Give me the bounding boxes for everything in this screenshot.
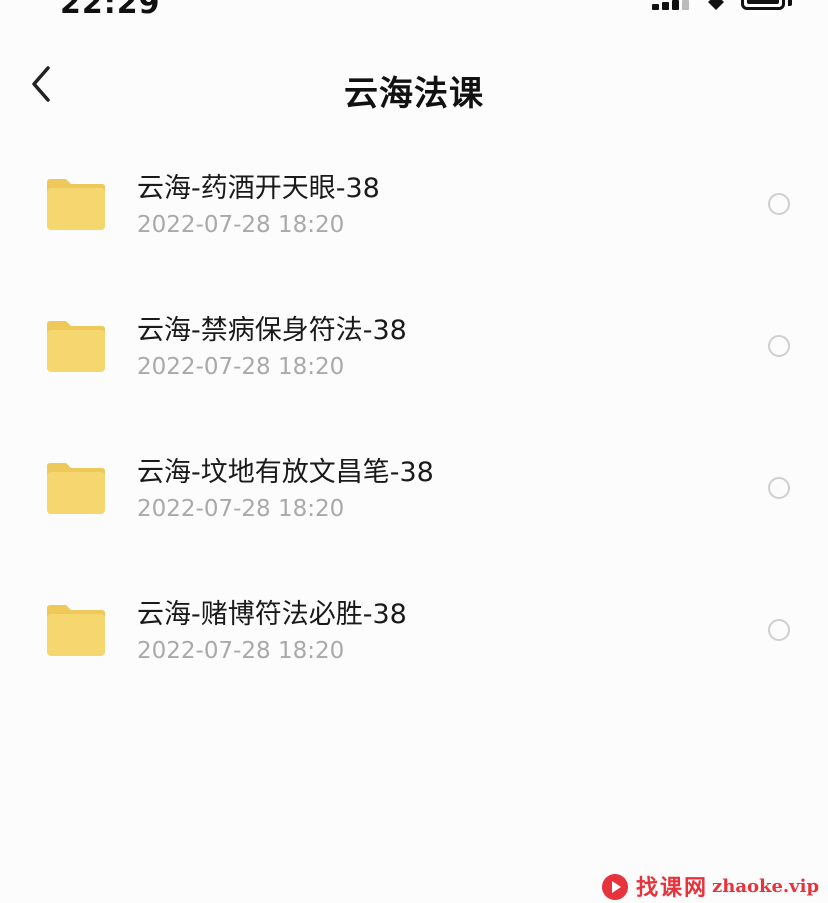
- select-radio[interactable]: [768, 193, 790, 215]
- item-date: 2022-07-28 18:20: [137, 496, 345, 522]
- item-date: 2022-07-28 18:20: [137, 354, 345, 380]
- watermark-en: zhaoke.vip: [712, 875, 820, 897]
- select-radio[interactable]: [768, 619, 790, 641]
- battery-icon: [741, 0, 785, 10]
- flame-logo-icon: [602, 874, 628, 900]
- item-name: 云海-禁病保身符法-38: [137, 315, 407, 346]
- folder-icon: [47, 321, 105, 372]
- select-radio[interactable]: [768, 477, 790, 499]
- select-radio[interactable]: [768, 335, 790, 357]
- item-name: 云海-赌博符法必胜-38: [137, 599, 407, 630]
- item-date: 2022-07-28 18:20: [137, 638, 345, 664]
- list-item[interactable]: 云海-坟地有放文昌笔-38 2022-07-28 18:20: [0, 426, 828, 568]
- item-name: 云海-药酒开天眼-38: [137, 173, 380, 204]
- item-name: 云海-坟地有放文昌笔-38: [137, 457, 434, 488]
- list-item[interactable]: 云海-禁病保身符法-38 2022-07-28 18:20: [0, 284, 828, 426]
- item-date: 2022-07-28 18:20: [137, 212, 345, 238]
- file-list: 云海-药酒开天眼-38 2022-07-28 18:20 云海-禁病保身符法-3…: [0, 142, 828, 710]
- list-item[interactable]: 云海-赌博符法必胜-38 2022-07-28 18:20: [0, 568, 828, 710]
- folder-icon: [47, 179, 105, 230]
- list-item[interactable]: 云海-药酒开天眼-38 2022-07-28 18:20: [0, 142, 828, 284]
- folder-icon: [47, 605, 105, 656]
- status-time: 22:29: [60, 0, 161, 21]
- watermark: 找课网 zhaoke.vip: [600, 870, 819, 902]
- folder-icon: [47, 463, 105, 514]
- status-bar: 22:29: [0, 0, 828, 24]
- page-title: 云海法课: [344, 74, 484, 114]
- watermark-cn: 找课网: [636, 875, 709, 901]
- battery-cap: [788, 0, 792, 6]
- signal-icon: [652, 0, 690, 10]
- wifi-icon: [708, 0, 724, 10]
